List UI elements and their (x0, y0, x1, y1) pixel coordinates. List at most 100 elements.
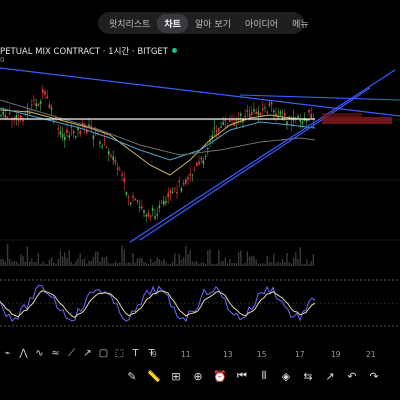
candle-body (149, 215, 152, 217)
volume-bar (72, 263, 75, 266)
ruler-icon[interactable]: 📏 (144, 366, 164, 386)
candle-body (57, 128, 59, 130)
volume-bar (116, 262, 119, 266)
settings-icon[interactable]: ⇆ (298, 366, 318, 386)
volume-bar (114, 261, 117, 266)
volume-bar (180, 259, 183, 266)
price-chart[interactable] (0, 60, 400, 350)
volume-bar (193, 262, 196, 266)
candle-body (308, 110, 310, 113)
volume-bar (222, 261, 224, 266)
candle-body (174, 187, 176, 189)
volume-bar (255, 259, 257, 266)
tab-watchlist[interactable]: 왓치리스트 (102, 14, 157, 33)
volume-bar (4, 261, 7, 266)
volume-bar (310, 260, 312, 266)
candle-body (101, 146, 103, 148)
candle-body (156, 214, 158, 216)
symbol-title[interactable]: PETUAL MIX CONTRACT · 1시간 · BITGET (0, 45, 177, 57)
volume-bar (264, 263, 266, 266)
redo-icon[interactable]: ↷ (364, 366, 384, 386)
volume-bar (266, 255, 268, 266)
candle-body (141, 206, 143, 209)
volume-bar (26, 246, 29, 266)
candle-body (99, 141, 101, 144)
volume-bar (138, 258, 141, 266)
candle-body (138, 206, 141, 208)
volume-bar (156, 257, 158, 266)
volume-bar (257, 263, 260, 266)
volume-bar (149, 258, 152, 266)
volume-bar (92, 256, 95, 266)
alarm-icon[interactable]: ⏰ (210, 366, 230, 386)
candle-body (112, 156, 114, 161)
volume-bar (44, 263, 46, 266)
grid (0, 119, 400, 241)
pencil-icon[interactable]: ✎ (122, 366, 142, 386)
volume-bar (312, 254, 315, 266)
x-label: 19 (331, 350, 341, 359)
add-icon[interactable]: ⊕ (188, 366, 208, 386)
volume-bar (303, 263, 306, 266)
x-label: 9 (152, 350, 157, 359)
volume-bar (108, 263, 110, 266)
layers-icon[interactable]: ◈ (276, 366, 296, 386)
volume-bar (61, 256, 64, 266)
volume-bar (0, 259, 2, 266)
volume-bar (220, 261, 222, 266)
volume-bar (81, 259, 84, 266)
candle-body (196, 162, 198, 166)
candle-body (2, 111, 4, 115)
x-label: 15 (257, 350, 267, 359)
volume-profile (322, 117, 392, 124)
volume-bar (103, 257, 106, 266)
volume-bar (292, 257, 295, 266)
undo-icon[interactable]: ↶ (342, 366, 362, 386)
volume-profile-bar (322, 113, 362, 117)
candle-body (176, 191, 178, 194)
candle-body (147, 212, 150, 217)
candle-body (108, 151, 110, 155)
volume-bar (163, 258, 165, 266)
grid-icon[interactable]: ⊞ (166, 366, 186, 386)
tab-ideas[interactable]: 아이디어 (238, 14, 285, 33)
volume-bar (185, 246, 187, 266)
candle-body (152, 208, 154, 211)
candle-body (42, 89, 44, 94)
volume-bar (79, 252, 81, 266)
volume-bar (66, 258, 68, 266)
candle-body (218, 128, 220, 132)
volume-bar (160, 261, 163, 266)
volume-bar (174, 253, 176, 266)
candle-body (251, 112, 253, 115)
tab-chart[interactable]: 차트 (157, 13, 188, 33)
tab-menu[interactable]: 메뉴 (285, 14, 316, 33)
volume-bar (226, 263, 229, 266)
volume-bar (121, 245, 123, 266)
candle-body (257, 111, 260, 116)
pattern-icon[interactable]: ⦀ (254, 366, 274, 386)
volume-bar (125, 263, 128, 266)
volume-bar (147, 263, 150, 266)
tab-explore[interactable]: 알아 보기 (188, 14, 238, 33)
volume-bar (279, 262, 282, 266)
symbol-title-text: PETUAL MIX CONTRACT · 1시간 · BITGET (0, 47, 168, 57)
volume-bar (306, 259, 308, 266)
candle-body (136, 200, 139, 202)
volume-bar (15, 261, 18, 266)
candle-body (246, 110, 249, 112)
volume-bar (178, 254, 180, 266)
candle-body (171, 192, 174, 194)
candle-body (110, 155, 112, 157)
volume-bar (244, 262, 246, 266)
volume-bar (101, 257, 103, 266)
candle-body (189, 173, 191, 176)
candle-body (187, 177, 189, 180)
candle-body (279, 111, 282, 115)
candle-body (220, 126, 222, 128)
trend-icon[interactable]: ↗ (320, 366, 340, 386)
candle-body (310, 114, 312, 119)
candle-body (39, 101, 42, 104)
replay-icon[interactable]: ⏮ (232, 366, 252, 386)
volume-bar (200, 262, 202, 266)
